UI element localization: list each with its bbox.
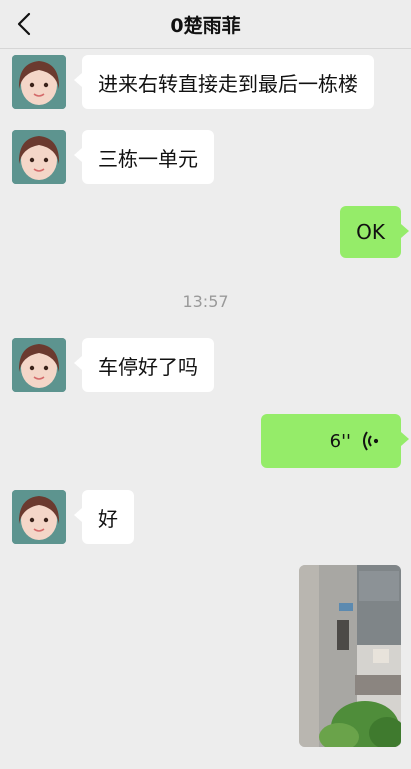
contact-avatar[interactable] bbox=[12, 338, 66, 392]
contact-avatar[interactable] bbox=[12, 490, 66, 544]
incoming-message-bubble[interactable]: 车停好了吗 bbox=[74, 338, 214, 392]
contact-avatar[interactable] bbox=[12, 130, 66, 184]
contact-avatar[interactable] bbox=[12, 55, 66, 109]
incoming-message-bubble[interactable]: 好 bbox=[74, 490, 134, 544]
photo-thumbnail[interactable] bbox=[299, 565, 401, 747]
top-nav-bar: 0楚雨菲 bbox=[0, 0, 411, 49]
voice-wave-icon bbox=[363, 431, 379, 451]
voice-duration: 6'' bbox=[329, 431, 351, 452]
chat-title: 0楚雨菲 bbox=[170, 15, 241, 37]
incoming-message-bubble[interactable]: 进来右转直接走到最后一栋楼 bbox=[74, 55, 374, 109]
voice-message-bubble[interactable]: 6'' bbox=[261, 414, 409, 468]
timestamp: 13:57 bbox=[182, 292, 229, 311]
incoming-message-bubble[interactable]: 三栋一单元 bbox=[74, 130, 214, 184]
outgoing-message-bubble[interactable]: OK bbox=[340, 206, 409, 258]
